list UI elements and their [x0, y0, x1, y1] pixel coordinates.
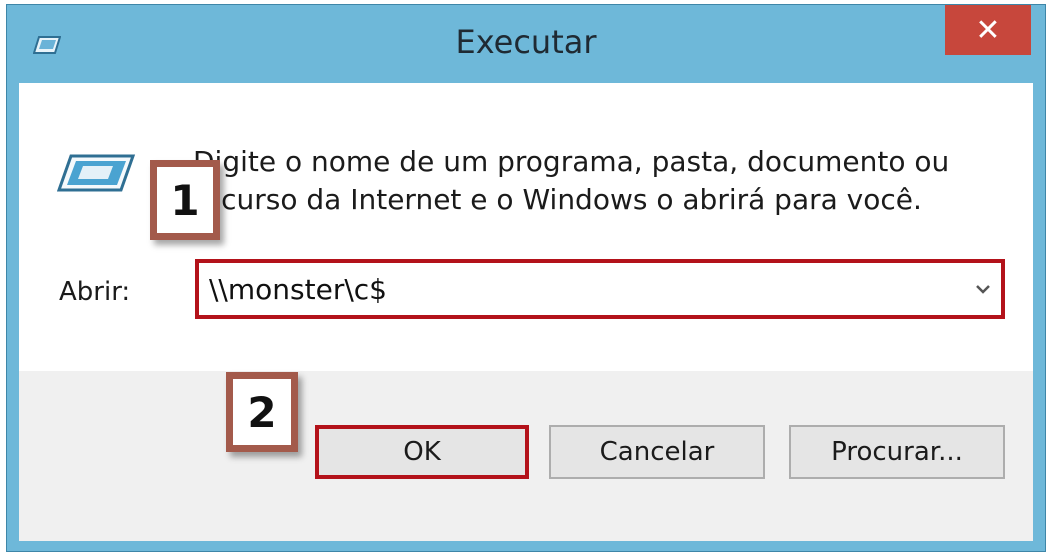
- run-dialog-window: Executar ✕ Digite o nome de um programa,…: [6, 4, 1046, 552]
- open-combobox[interactable]: \\monster\c$: [195, 259, 1005, 319]
- dialog-description: Digite o nome de um programa, pasta, doc…: [193, 145, 950, 216]
- ok-button[interactable]: OK: [315, 425, 529, 479]
- browse-button[interactable]: Procurar...: [789, 425, 1005, 479]
- run-app-icon: [56, 153, 137, 193]
- cancel-button[interactable]: Cancelar: [549, 425, 765, 479]
- close-icon: ✕: [975, 12, 1001, 48]
- dialog-client-area: Digite o nome de um programa, pasta, doc…: [19, 83, 1033, 541]
- window-title: Executar: [455, 23, 597, 61]
- title-bar[interactable]: Executar ✕: [7, 5, 1045, 83]
- step-marker-1: 1: [150, 160, 220, 240]
- close-button[interactable]: ✕: [945, 5, 1031, 55]
- chevron-down-icon[interactable]: [965, 263, 1001, 315]
- open-input[interactable]: \\monster\c$: [199, 273, 965, 306]
- open-label: Abrir:: [59, 277, 131, 307]
- step-marker-2: 2: [226, 372, 298, 452]
